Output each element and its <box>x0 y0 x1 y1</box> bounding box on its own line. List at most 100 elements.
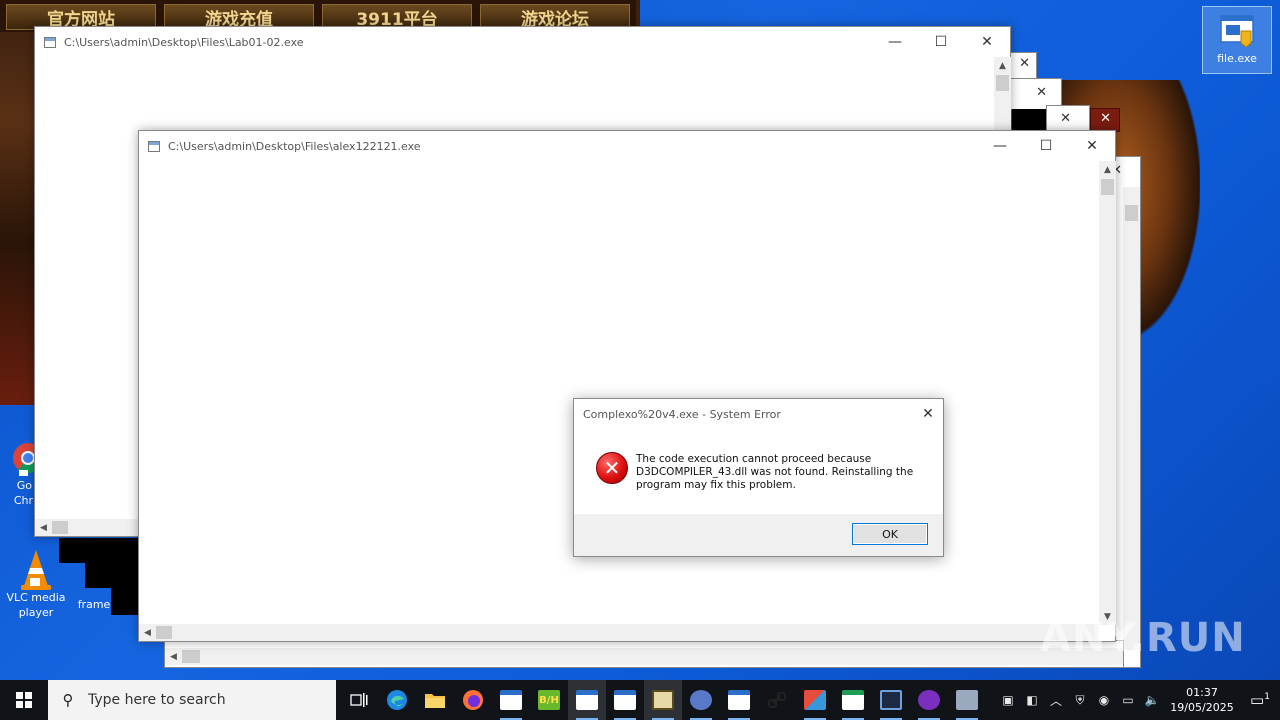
task-view-button[interactable] <box>340 680 378 720</box>
installer-app-icon <box>956 690 978 710</box>
close-icon[interactable]: ✕ <box>1060 111 1071 126</box>
scrollbar-thumb[interactable] <box>182 650 200 663</box>
taskbar: ⚲ Type here to search B/H ▣ ◧ ︿ ⛨ ◉ ▭ 🔈 … <box>0 680 1280 720</box>
desktop-icon-label: file.exe <box>1217 52 1257 65</box>
console-window-icon <box>842 690 864 710</box>
horizontal-scrollbar[interactable]: ◀ <box>165 648 1123 665</box>
desktop-icon-file-exe[interactable]: file.exe <box>1202 6 1272 74</box>
minimize-button[interactable]: — <box>977 131 1023 161</box>
search-placeholder: Type here to search <box>88 692 226 708</box>
taskbar-console-app[interactable] <box>720 680 758 720</box>
taskbar-apps: B/H <box>340 680 986 720</box>
dialog-close-button[interactable]: ✕ <box>913 406 943 422</box>
desktop-icon-label: frame <box>77 598 111 611</box>
edge-icon <box>387 690 407 710</box>
clock-date: 19/05/2025 <box>1170 701 1234 714</box>
taskbar-search-box[interactable]: ⚲ Type here to search <box>48 680 336 720</box>
network-icon[interactable]: ▭ <box>1116 693 1140 707</box>
taskbar-link-app[interactable] <box>758 680 796 720</box>
window-titlebar[interactable]: C:\Users\admin\Desktop\Files\alex122121.… <box>139 131 1115 161</box>
link-icon <box>768 692 786 708</box>
taskbar-installer-app[interactable] <box>948 680 986 720</box>
taskbar-tool-app[interactable] <box>682 680 720 720</box>
console-window-alex122121[interactable]: C:\Users\admin\Desktop\Files\alex122121.… <box>138 130 1116 642</box>
scroll-left-icon[interactable]: ◀ <box>139 624 156 641</box>
close-icon[interactable]: ✕ <box>1019 56 1030 71</box>
console-app-icon <box>148 140 160 152</box>
windows-logo-icon <box>16 692 32 708</box>
desktop-icon-frame[interactable]: frame <box>74 597 114 612</box>
tray-app-icon[interactable]: ◧ <box>1020 693 1044 707</box>
taskbar-bh-app[interactable]: B/H <box>530 680 568 720</box>
scroll-up-icon[interactable]: ▲ <box>1099 161 1116 178</box>
taskbar-console-app[interactable] <box>606 680 644 720</box>
tool-app-icon <box>690 690 712 710</box>
anyrun-watermark: ANY.RUN <box>1040 615 1246 661</box>
scrollbar-thumb[interactable] <box>1101 179 1114 195</box>
close-button[interactable]: ✕ <box>964 27 1010 57</box>
vlc-cone-icon <box>16 548 56 590</box>
scroll-left-icon[interactable]: ◀ <box>165 648 182 665</box>
taskbar-monitor-app[interactable] <box>872 680 910 720</box>
taskbar-console-app[interactable] <box>492 680 530 720</box>
minimize-button[interactable]: — <box>872 27 918 57</box>
taskbar-firefox[interactable] <box>454 680 492 720</box>
desktop-icon-label: VLC media <box>6 591 66 604</box>
folder-icon <box>425 694 445 708</box>
notification-center-button[interactable]: ▭1 <box>1240 691 1280 709</box>
monitor-app-icon <box>880 690 902 710</box>
vertical-scrollbar[interactable] <box>1123 187 1140 650</box>
scrollbar-thumb[interactable] <box>156 626 172 639</box>
console-app-icon <box>44 36 56 48</box>
dialog-body: ✕ The code execution cannot proceed beca… <box>574 429 943 515</box>
window-title: C:\Users\admin\Desktop\Files\alex122121.… <box>168 139 421 153</box>
window-title: C:\Users\admin\Desktop\Files\Lab01-02.ex… <box>64 35 304 49</box>
taskbar-clock[interactable]: 01:37 19/05/2025 <box>1164 685 1240 715</box>
scrollbar-thumb[interactable] <box>1125 205 1138 221</box>
taskbar-office-app[interactable] <box>796 680 834 720</box>
close-icon[interactable]: ✕ <box>1036 85 1047 100</box>
desktop: 官方网站 游戏充值 3911平台 游戏论坛 file.exe Go Chr VL… <box>0 0 1280 680</box>
console-window-icon <box>614 690 636 710</box>
volume-icon[interactable]: 🔈 <box>1140 693 1164 707</box>
scrollbar-thumb[interactable] <box>52 521 68 534</box>
black-artifact <box>111 588 138 615</box>
tray-app-icon[interactable]: ▣ <box>996 693 1020 707</box>
firefox-icon <box>463 690 483 710</box>
ok-button[interactable]: OK <box>852 523 928 545</box>
tray-app-icon[interactable]: ◉ <box>1092 693 1116 707</box>
system-tray: ▣ ◧ ︿ ⛨ ◉ ▭ 🔈 01:37 19/05/2025 ▭1 <box>996 680 1280 720</box>
vertical-scrollbar[interactable]: ▲ ▼ <box>1099 161 1116 625</box>
dialog-titlebar[interactable]: Complexo%20v4.exe - System Error ✕ <box>574 399 943 429</box>
start-button[interactable] <box>0 680 48 720</box>
background-window-edge[interactable]: ◀ <box>164 640 1124 668</box>
desktop-icon-label: player <box>18 606 54 619</box>
background-window-edge-red[interactable]: ✕ <box>1090 108 1120 132</box>
scrollbar-thumb[interactable] <box>996 75 1009 91</box>
taskbar-edge[interactable] <box>378 680 416 720</box>
taskbar-purple-app[interactable] <box>910 680 948 720</box>
scroll-left-icon[interactable]: ◀ <box>35 519 52 536</box>
bh-app-icon: B/H <box>538 690 560 710</box>
task-view-icon <box>350 693 368 707</box>
office-app-icon <box>804 690 826 710</box>
system-error-dialog[interactable]: Complexo%20v4.exe - System Error ✕ ✕ The… <box>573 398 944 557</box>
maximize-button[interactable]: ☐ <box>1023 131 1069 161</box>
taskbar-console-app[interactable] <box>568 680 606 720</box>
taskbar-console-app[interactable] <box>834 680 872 720</box>
horizontal-scrollbar[interactable]: ◀ <box>35 519 140 536</box>
close-icon[interactable]: ✕ <box>1100 111 1111 126</box>
chevron-up-icon[interactable]: ︿ <box>1044 692 1068 709</box>
horizontal-scrollbar[interactable]: ◀ <box>139 624 1099 641</box>
taskbar-file-explorer[interactable] <box>416 680 454 720</box>
maximize-button[interactable]: ☐ <box>918 27 964 57</box>
background-window-edge[interactable]: ✕ <box>1046 105 1090 131</box>
window-titlebar[interactable]: C:\Users\admin\Desktop\Files\Lab01-02.ex… <box>35 27 1010 57</box>
search-icon: ⚲ <box>62 691 74 709</box>
taskbar-game-app[interactable] <box>644 680 682 720</box>
scroll-up-icon[interactable]: ▲ <box>994 57 1011 74</box>
shield-icon[interactable]: ⛨ <box>1068 693 1092 708</box>
notification-icon: ▭ <box>1250 691 1265 709</box>
black-artifact <box>85 538 138 588</box>
close-button[interactable]: ✕ <box>1069 131 1115 161</box>
